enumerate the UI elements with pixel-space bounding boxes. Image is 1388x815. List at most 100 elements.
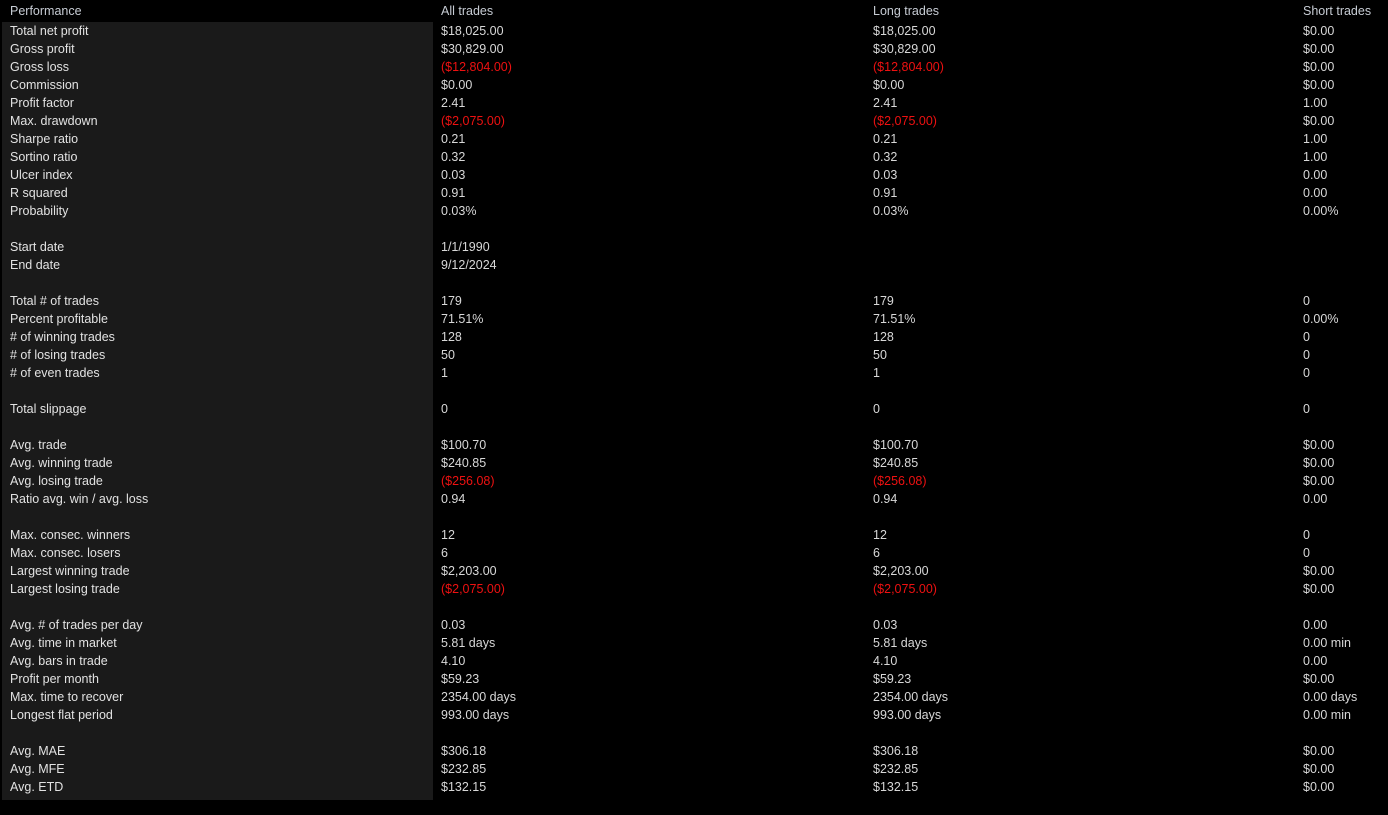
table-row[interactable]: Probability 0.03% 0.03% 0.00%: [0, 202, 1388, 220]
table-row[interactable]: Percent profitable 71.51% 71.51% 0.00%: [0, 310, 1388, 328]
table-row[interactable]: Max. drawdown ($2,075.00) ($2,075.00) $0.00: [0, 112, 1388, 130]
column-header-long-trades[interactable]: Long trades: [873, 4, 939, 18]
table-row[interactable]: Ulcer index 0.03 0.03 0.00: [0, 166, 1388, 184]
row-spacer: [0, 724, 1388, 742]
metric-value-all-trades: 2354.00 days: [441, 690, 517, 704]
metric-value-short-trades: 0: [1303, 528, 1310, 542]
metric-value-all-trades: $59.23: [441, 672, 480, 686]
metric-label: Avg. time in market: [10, 636, 117, 650]
metric-label: Total net profit: [10, 24, 89, 38]
table-row[interactable]: # of winning trades 128 128 0: [0, 328, 1388, 346]
metric-value-all-trades: 2.41: [441, 96, 466, 110]
metric-value-long-trades: 50: [873, 348, 887, 362]
metric-label: Largest losing trade: [10, 582, 120, 596]
table-row[interactable]: Total slippage 0 0 0: [0, 400, 1388, 418]
metric-value-short-trades: 0.00: [1303, 168, 1328, 182]
table-header-row: Performance All trades Long trades Short…: [0, 0, 1388, 22]
table-row[interactable]: Total # of trades 179 179 0: [0, 292, 1388, 310]
metric-label: Total slippage: [10, 402, 87, 416]
metric-value-long-trades: 128: [873, 330, 894, 344]
table-row[interactable]: Largest winning trade $2,203.00 $2,203.00 $…: [0, 562, 1388, 580]
metric-value-long-trades: $100.70: [873, 438, 919, 452]
column-header-short-trades[interactable]: Short trades: [1303, 4, 1371, 18]
metric-value-long-trades: 0.94: [873, 492, 898, 506]
table-row[interactable]: Max. consec. losers 6 6 0: [0, 544, 1388, 562]
table-row[interactable]: Avg. losing trade ($256.08) ($256.08) $0.00: [0, 472, 1388, 490]
table-row[interactable]: Max. time to recover 2354.00 days 2354.00 …: [0, 688, 1388, 706]
metric-label: Max. drawdown: [10, 114, 98, 128]
metric-value-all-trades: $0.00: [441, 78, 473, 92]
metric-label: Commission: [10, 78, 79, 92]
table-row[interactable]: Gross profit $30,829.00 $30,829.00 $0.00: [0, 40, 1388, 58]
table-row[interactable]: Sharpe ratio 0.21 0.21 1.00: [0, 130, 1388, 148]
metric-value-long-trades: 0.03: [873, 618, 898, 632]
row-spacer: [0, 382, 1388, 400]
metric-value-all-trades: ($2,075.00): [441, 114, 505, 128]
metric-value-all-trades: 0.21: [441, 132, 466, 146]
metric-value-all-trades: 71.51%: [441, 312, 484, 326]
metric-value-short-trades: $0.00: [1303, 564, 1335, 578]
metric-value-short-trades: $0.00: [1303, 582, 1335, 596]
table-row[interactable]: Sortino ratio 0.32 0.32 1.00: [0, 148, 1388, 166]
metric-value-short-trades: $0.00: [1303, 762, 1335, 776]
metric-value-all-trades: 993.00 days: [441, 708, 510, 722]
metric-label: Max. consec. losers: [10, 546, 121, 560]
table-row[interactable]: Avg. ETD $132.15 $132.15 $0.00: [0, 778, 1388, 796]
metric-value-all-trades: $132.15: [441, 780, 487, 794]
row-spacer: [0, 418, 1388, 436]
metric-value-all-trades: 0.03%: [441, 204, 477, 218]
table-row[interactable]: Ratio avg. win / avg. loss 0.94 0.94 0.00: [0, 490, 1388, 508]
metric-value-all-trades: 128: [441, 330, 462, 344]
table-row[interactable]: Max. consec. winners 12 12 0: [0, 526, 1388, 544]
metric-value-long-trades: 0.32: [873, 150, 898, 164]
metric-label: Longest flat period: [10, 708, 113, 722]
table-row[interactable]: Gross loss ($12,804.00) ($12,804.00) $0.00: [0, 58, 1388, 76]
table-row[interactable]: # of losing trades 50 50 0: [0, 346, 1388, 364]
table-row[interactable]: Avg. bars in trade 4.10 4.10 0.00: [0, 652, 1388, 670]
metric-value-long-trades: 179: [873, 294, 894, 308]
metric-value-all-trades: ($12,804.00): [441, 60, 512, 74]
row-spacer: [0, 274, 1388, 292]
column-header-all-trades[interactable]: All trades: [441, 4, 493, 18]
table-row[interactable]: Longest flat period 993.00 days 993.00 day…: [0, 706, 1388, 724]
metric-value-all-trades: $100.70: [441, 438, 487, 452]
metric-value-long-trades: 0.21: [873, 132, 898, 146]
table-row[interactable]: R squared 0.91 0.91 0.00: [0, 184, 1388, 202]
table-row[interactable]: Avg. # of trades per day 0.03 0.03 0.00: [0, 616, 1388, 634]
column-header-performance[interactable]: Performance: [10, 4, 82, 18]
metric-value-short-trades: $0.00: [1303, 456, 1335, 470]
table-row[interactable]: Commission $0.00 $0.00 $0.00: [0, 76, 1388, 94]
metric-label: Avg. trade: [10, 438, 67, 452]
table-row[interactable]: Avg. time in market 5.81 days 5.81 days 0.0…: [0, 634, 1388, 652]
table-row[interactable]: Largest losing trade ($2,075.00) ($2,075.0…: [0, 580, 1388, 598]
metric-value-all-trades: 5.81 days: [441, 636, 496, 650]
metric-value-long-trades: 2.41: [873, 96, 898, 110]
table-row[interactable]: Profit per month $59.23 $59.23 $0.00: [0, 670, 1388, 688]
metric-label: Ulcer index: [10, 168, 73, 182]
table-row[interactable]: Profit factor 2.41 2.41 1.00: [0, 94, 1388, 112]
metric-value-long-trades: ($2,075.00): [873, 114, 937, 128]
performance-report: Performance All trades Long trades Short…: [0, 0, 1388, 815]
metric-label: # of winning trades: [10, 330, 115, 344]
metric-label: Avg. losing trade: [10, 474, 103, 488]
metric-label: Ratio avg. win / avg. loss: [10, 492, 149, 506]
metric-label: # of even trades: [10, 366, 100, 380]
table-row[interactable]: Avg. MFE $232.85 $232.85 $0.00: [0, 760, 1388, 778]
table-row[interactable]: # of even trades 1 1 0: [0, 364, 1388, 382]
metric-value-long-trades: 2354.00 days: [873, 690, 949, 704]
metric-value-all-trades: $30,829.00: [441, 42, 504, 56]
metric-value-long-trades: 71.51%: [873, 312, 916, 326]
performance-rows: Total net profit $18,025.00 $18,025.00 $0.0…: [0, 22, 1388, 796]
table-row[interactable]: Start date 1/1/1990: [0, 238, 1388, 256]
table-row[interactable]: Total net profit $18,025.00 $18,025.00 $0.0…: [0, 22, 1388, 40]
metric-value-short-trades: 0.00: [1303, 186, 1328, 200]
table-row[interactable]: Avg. trade $100.70 $100.70 $0.00: [0, 436, 1388, 454]
table-row[interactable]: Avg. MAE $306.18 $306.18 $0.00: [0, 742, 1388, 760]
metric-label: Avg. bars in trade: [10, 654, 108, 668]
metric-value-short-trades: 0.00 days: [1303, 690, 1358, 704]
metric-label: Percent profitable: [10, 312, 108, 326]
metric-value-long-trades: $240.85: [873, 456, 919, 470]
table-row[interactable]: Avg. winning trade $240.85 $240.85 $0.00: [0, 454, 1388, 472]
table-row[interactable]: End date 9/12/2024: [0, 256, 1388, 274]
metric-value-long-trades: ($12,804.00): [873, 60, 944, 74]
